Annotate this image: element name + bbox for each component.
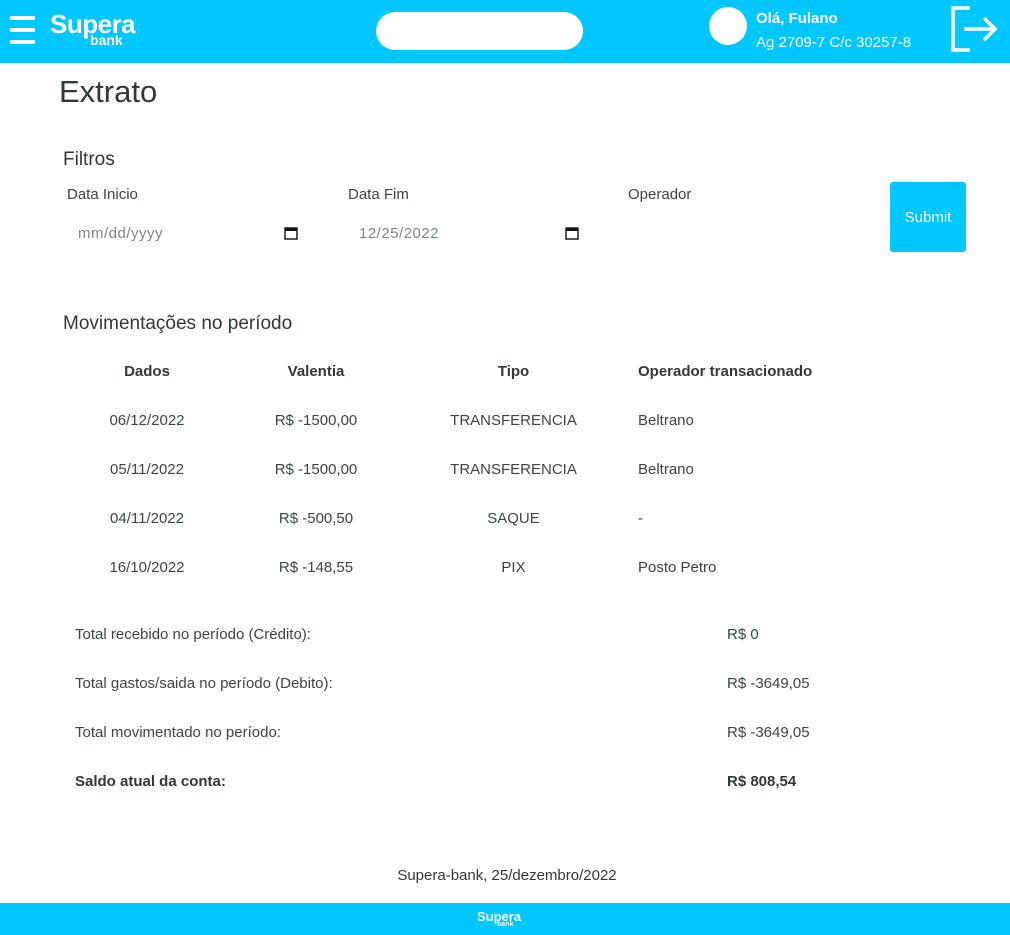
cell-type: TRANSFERENCIA — [450, 412, 577, 429]
summary-received-label: Total recebido no período (Crédito): — [75, 626, 311, 643]
submit-button[interactable]: Submit — [890, 182, 966, 252]
balance-value: R$ 808,54 — [727, 773, 797, 790]
cell-date: 16/10/2022 — [109, 559, 185, 576]
logout-icon[interactable] — [950, 5, 998, 53]
cell-type: TRANSFERENCIA — [450, 461, 577, 478]
avatar[interactable] — [709, 7, 747, 45]
brand-subname: bank — [90, 32, 123, 48]
start-date-label: Data Inicio — [67, 186, 138, 203]
table-header-row: Dados Valentia Tipo Operador transaciona… — [63, 346, 858, 396]
summary-received: Total recebido no período (Crédito): R$ … — [75, 626, 875, 646]
transactions-table: Dados Valentia Tipo Operador transaciona… — [63, 346, 858, 592]
filters-title: Filtros — [63, 149, 115, 170]
table-row: 05/11/2022 R$ -1500,00 TRANSFERENCIA Bel… — [63, 445, 858, 494]
column-header-value: Valentia — [287, 362, 345, 380]
end-date-input[interactable]: 12/25/2022 — [349, 222, 579, 246]
cell-value: R$ -1500,00 — [274, 412, 358, 429]
search-input[interactable] — [376, 12, 583, 50]
cell-value: R$ -500,50 — [278, 510, 354, 527]
cell-operator: Beltrano — [638, 412, 694, 429]
summary-balance: Saldo atual da conta: R$ 808,54 — [75, 773, 875, 793]
summary-received-value: R$ 0 — [727, 626, 759, 643]
footer-text: Supera-bank, 25/dezembro/2022 — [397, 867, 617, 884]
cell-operator: - — [638, 510, 643, 527]
start-date-input[interactable]: mm/dd/yyyy — [68, 222, 298, 246]
column-header-date: Dados — [124, 362, 170, 380]
end-date-label: Data Fim — [348, 186, 409, 203]
summary-spent-value: R$ -3649,05 — [727, 675, 810, 692]
footer-brand-logo: Supera bank — [477, 910, 521, 929]
cell-date: 04/11/2022 — [110, 510, 184, 527]
account-info: Ag 2709-7 C/c 30257-8 — [756, 34, 912, 51]
summary-spent-label: Total gastos/saida no período (Debito): — [75, 675, 333, 692]
footer-bar: Supera bank — [0, 903, 1010, 935]
cell-type: PIX — [501, 559, 526, 576]
start-date-value: mm/dd/yyyy — [78, 225, 164, 242]
summary-spent: Total gastos/saida no período (Debito): … — [75, 675, 875, 695]
table-row: 04/11/2022 R$ -500,50 SAQUE - — [63, 494, 858, 543]
column-header-operator: Operador transacionado — [638, 362, 813, 380]
brand-logo[interactable]: Supera bank — [50, 10, 136, 47]
end-date-value: 12/25/2022 — [359, 225, 440, 242]
cell-date: 06/12/2022 — [109, 412, 185, 429]
hamburger-icon[interactable] — [10, 16, 35, 44]
cell-operator: Beltrano — [638, 461, 694, 478]
calendar-icon[interactable] — [565, 226, 579, 240]
column-header-type: Tipo — [497, 362, 530, 380]
movements-title: Movimentações no período — [63, 313, 293, 334]
cell-value: R$ -148,55 — [278, 559, 354, 576]
cell-type: SAQUE — [487, 510, 540, 527]
summary-moved-value: R$ -3649,05 — [727, 724, 810, 741]
user-greeting: Olá, Fulano — [756, 10, 838, 27]
table-row: 16/10/2022 R$ -148,55 PIX Posto Petro — [63, 543, 858, 592]
cell-value: R$ -1500,00 — [274, 461, 358, 478]
operator-input[interactable] — [628, 222, 858, 246]
cell-date: 05/11/2022 — [110, 461, 184, 478]
calendar-icon[interactable] — [284, 226, 298, 240]
summary-moved-label: Total movimentado no período: — [75, 724, 281, 741]
operator-label: Operador — [628, 186, 692, 203]
page-title: Extrato — [59, 74, 158, 109]
summary-moved: Total movimentado no período: R$ -3649,0… — [75, 724, 875, 744]
footer-brand-subname: bank — [497, 921, 514, 928]
cell-operator: Posto Petro — [638, 559, 717, 576]
balance-label: Saldo atual da conta: — [75, 773, 226, 790]
table-row: 06/12/2022 R$ -1500,00 TRANSFERENCIA Bel… — [63, 396, 858, 445]
top-navbar: Supera bank Olá, Fulano Ag 2709-7 C/c 30… — [0, 0, 1010, 63]
